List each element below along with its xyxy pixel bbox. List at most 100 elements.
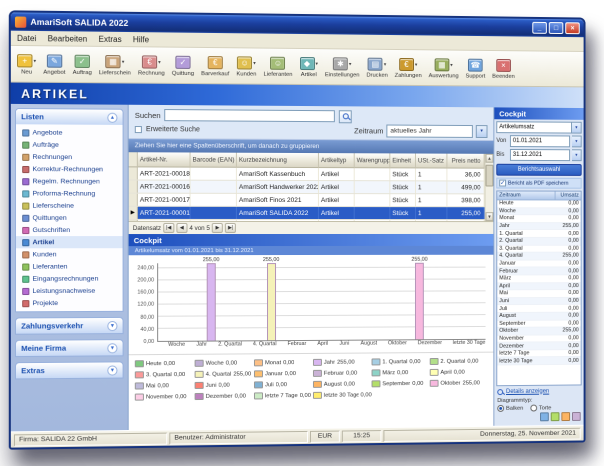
sidebar-section[interactable]: Zahlungsverkehr ▾ (15, 317, 123, 334)
column-header-3[interactable]: Kurzbezeichnung (236, 152, 319, 169)
toolbar-button[interactable]: × Beenden (489, 57, 517, 79)
legend-item[interactable]: April 0,00 (429, 367, 488, 378)
table-row[interactable]: ART-2021-00017 AmariSoft Finos 2021 Arti… (128, 193, 485, 208)
advanced-search-checkbox[interactable] (134, 125, 142, 133)
chevron-down-icon[interactable]: ▾ (34, 58, 37, 64)
period-row[interactable]: Woche 0,00 (497, 207, 581, 216)
sidebar-section-listen[interactable]: Listen ▴ (15, 109, 123, 125)
column-header-7[interactable]: USt.-Satz (415, 153, 448, 169)
legend-item[interactable]: Februar 0,00 (312, 367, 372, 378)
toolbar-button[interactable]: € ▾ Rechnung (135, 54, 168, 77)
menu-item[interactable]: Bearbeiten (48, 34, 88, 44)
period-row[interactable]: letzte 30 Tage 0,00 (497, 357, 581, 366)
column-header-5[interactable]: Warengruppe (354, 153, 391, 169)
legend-item[interactable]: August 0,00 (312, 378, 372, 390)
sidebar-item[interactable]: Artikel (15, 236, 123, 249)
pdf-option-row[interactable]: ✓ Bericht als PDF speichern (496, 177, 582, 189)
scroll-down-icon[interactable]: ▼ (485, 212, 494, 222)
minimize-button[interactable]: _ (532, 21, 547, 34)
bis-date-input[interactable]: 31.12.2021 (509, 148, 571, 162)
period-row[interactable]: 1. Quartal 0,00 (497, 230, 581, 238)
toolbar-button[interactable]: ▦ ▾ Auswertung (426, 57, 462, 79)
toolbar-button[interactable]: ☺ ▾ Kunden (233, 55, 259, 77)
sidebar-item[interactable]: Kunden (16, 248, 123, 260)
print-icon[interactable] (561, 412, 571, 422)
period-row[interactable]: Heute 0,00 (497, 200, 581, 208)
legend-item[interactable]: Dezember 0,00 (194, 390, 254, 402)
legend-item[interactable]: Mai 0,00 (134, 380, 195, 392)
legend-item[interactable]: 4. Quartal 255,00 (194, 368, 254, 380)
sidebar-section[interactable]: Extras ▾ (15, 362, 123, 379)
toolbar-button[interactable]: ✎ Angebot (40, 53, 68, 76)
legend-item[interactable]: März 0,00 (371, 367, 429, 378)
chevron-down-icon[interactable]: ▾ (475, 124, 488, 138)
column-header-1[interactable]: Artikel-Nr. (137, 152, 191, 168)
legend-item[interactable]: 2. Quartal 0,00 (429, 356, 488, 367)
legend-item[interactable]: Juli 0,00 (253, 379, 313, 391)
legend-item[interactable]: Heute 0,00 (134, 358, 195, 370)
chevron-down-icon[interactable]: ▾ (122, 59, 125, 65)
scroll-up-icon[interactable]: ▲ (485, 153, 494, 163)
period-select[interactable]: aktuelles Jahr (386, 124, 473, 138)
column-header-6[interactable]: Einheit (390, 153, 416, 169)
period-row[interactable]: 3. Quartal 0,00 (497, 245, 581, 253)
chart-icon[interactable] (540, 412, 549, 422)
prev-record-button[interactable]: ◀ (176, 222, 188, 234)
close-button[interactable]: × (565, 22, 580, 35)
col-zeitraum[interactable]: Zeitraum (497, 191, 556, 200)
toolbar-button[interactable]: € Barverkauf (198, 54, 232, 77)
toolbar-button[interactable]: ▤ ▾ Drucken (363, 56, 390, 78)
legend-item[interactable]: September 0,00 (371, 378, 429, 389)
sidebar-item[interactable]: Leistungsnachweise (16, 285, 123, 298)
search-input[interactable] (164, 109, 336, 123)
sidebar-item[interactable]: Lieferscheine (16, 200, 123, 212)
radio-balken[interactable]: Balken (497, 404, 523, 412)
next-record-button[interactable]: ▶ (211, 222, 223, 234)
legend-item[interactable]: Juni 0,00 (194, 379, 254, 391)
legend-item[interactable]: Jahr 255,00 (312, 356, 372, 367)
legend-item[interactable]: letzte 30 Tage 0,00 (312, 389, 371, 401)
sidebar-item[interactable]: Rechnungen (16, 151, 123, 164)
sidebar-item[interactable]: Lieferanten (16, 260, 123, 272)
sidebar-item[interactable]: Projekte (16, 297, 123, 310)
legend-item[interactable]: Woche 0,00 (194, 357, 254, 369)
calendar-dropdown-icon[interactable]: ▾ (572, 149, 582, 162)
legend-item[interactable]: Monat 0,00 (253, 357, 313, 368)
toolbar-button[interactable]: ▦ ▾ Lieferschein (96, 53, 134, 76)
table-icon[interactable] (550, 412, 560, 422)
von-date-input[interactable]: 01.01.2021 (509, 135, 571, 148)
chevron-down-icon[interactable]: ▾ (384, 61, 386, 67)
search-button[interactable] (339, 109, 353, 123)
sidebar-item[interactable]: Aufträge (16, 139, 123, 152)
toolbar-button[interactable]: + ▾ Neu (14, 53, 39, 76)
sidebar-item[interactable]: Eingangsrechnungen (16, 272, 123, 284)
legend-item[interactable]: 1. Quartal 0,00 (371, 356, 429, 367)
scrollbar-thumb[interactable] (485, 164, 494, 187)
toolbar-button[interactable]: ✓ Auftrag (70, 53, 95, 76)
period-row[interactable]: 4. Quartal 255,00 (497, 252, 581, 261)
menu-item[interactable]: Hilfe (133, 35, 149, 44)
menu-item[interactable]: Datei (17, 33, 36, 42)
pdf-checkbox[interactable]: ✓ (499, 179, 507, 187)
legend-item[interactable]: letzte 7 Tage 0,00 (253, 390, 313, 402)
chevron-down-icon[interactable]: ▾ (107, 342, 118, 353)
first-record-button[interactable]: |◀ (163, 222, 175, 234)
radio-torte[interactable]: Torte (530, 404, 551, 412)
legend-item[interactable]: November 0,00 (134, 391, 195, 403)
chevron-down-icon[interactable]: ▾ (107, 364, 118, 376)
toolbar-button[interactable]: ✱ ▾ Einstellungen (322, 56, 363, 78)
toolbar-button[interactable]: ◆ ▾ Artikel (297, 55, 321, 78)
legend-item[interactable]: 3. Quartal 0,00 (134, 369, 195, 381)
details-link[interactable]: Details anzeigen (494, 385, 583, 397)
chevron-down-icon[interactable]: ▾ (315, 61, 318, 67)
sidebar-item[interactable]: Gutschriften (16, 224, 123, 236)
period-row[interactable]: Monat 0,00 (497, 215, 581, 223)
toolbar-button[interactable]: ☺ Lieferanten (260, 55, 295, 77)
table-row[interactable]: ART-2021-00016 AmariSoft Handwerker 2022… (128, 180, 485, 195)
chevron-down-icon[interactable]: ▾ (450, 62, 452, 68)
column-header-8[interactable]: Preis netto (447, 153, 485, 169)
grid-scrollbar[interactable]: ▲ ▼ (484, 153, 494, 222)
column-header-2[interactable]: Barcode (EAN) (190, 152, 237, 168)
sidebar-item[interactable]: Angebote (16, 126, 123, 139)
chevron-down-icon[interactable]: ▾ (107, 320, 118, 331)
